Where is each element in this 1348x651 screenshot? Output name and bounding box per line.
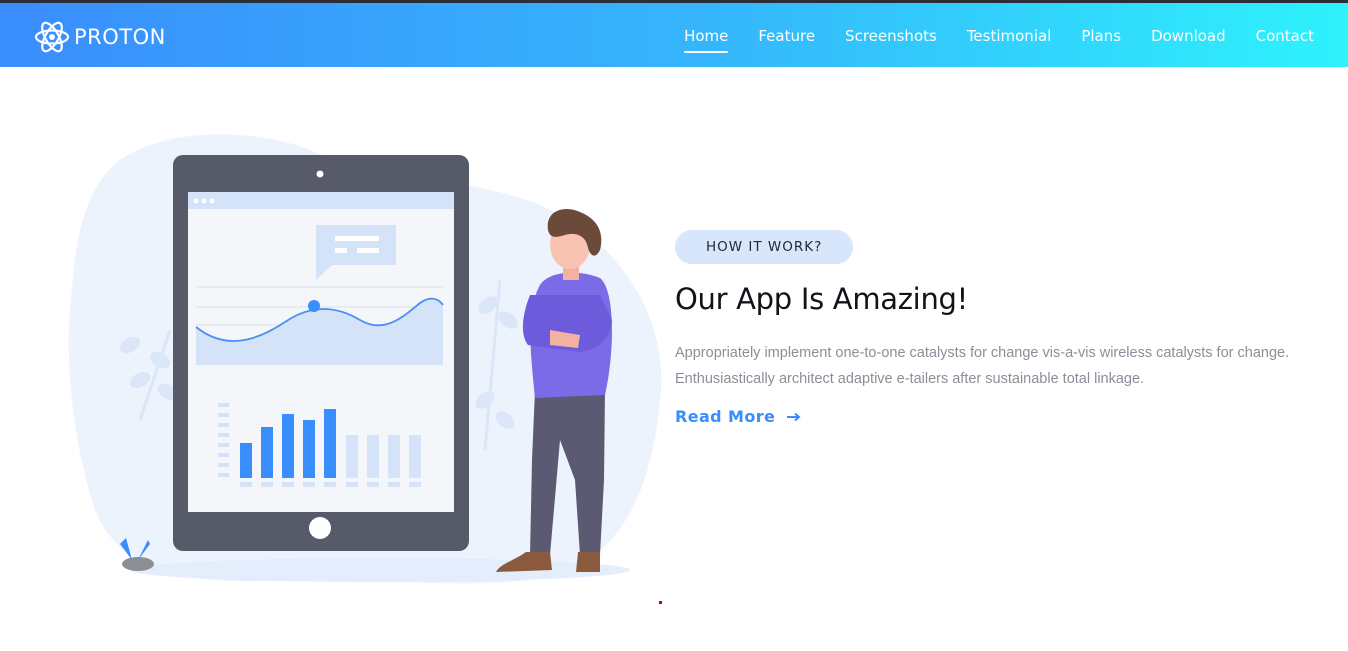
atom-icon [34,21,70,53]
main-nav: Home Feature Screenshots Testimonial Pla… [684,27,1314,53]
read-more-link[interactable]: Read More [675,407,801,426]
brand-name: PROTON [74,25,166,49]
tablet-device [173,155,469,551]
hero-description: Appropriately implement one-to-one catal… [675,345,1290,387]
nav-contact[interactable]: Contact [1256,27,1314,53]
nav-download[interactable]: Download [1151,27,1226,53]
brand-logo[interactable]: PROTON [34,19,166,55]
arrow-right-icon [787,412,801,421]
section-badge: HOW IT WORK? [675,230,854,264]
stray-dot [659,601,662,604]
nav-screenshots[interactable]: Screenshots [845,27,937,53]
hero-content: HOW IT WORK? Our App Is Amazing! Appropr… [675,230,1315,427]
read-more-label: Read More [675,407,776,426]
hero-headline: Our App Is Amazing! [675,282,968,316]
hero-illustration [68,134,662,584]
nav-home[interactable]: Home [684,27,729,53]
nav-plans[interactable]: Plans [1081,27,1121,53]
navbar: PROTON Home Feature Screenshots Testimon… [0,3,1348,67]
nav-testimonial[interactable]: Testimonial [967,27,1052,53]
nav-feature[interactable]: Feature [758,27,815,53]
